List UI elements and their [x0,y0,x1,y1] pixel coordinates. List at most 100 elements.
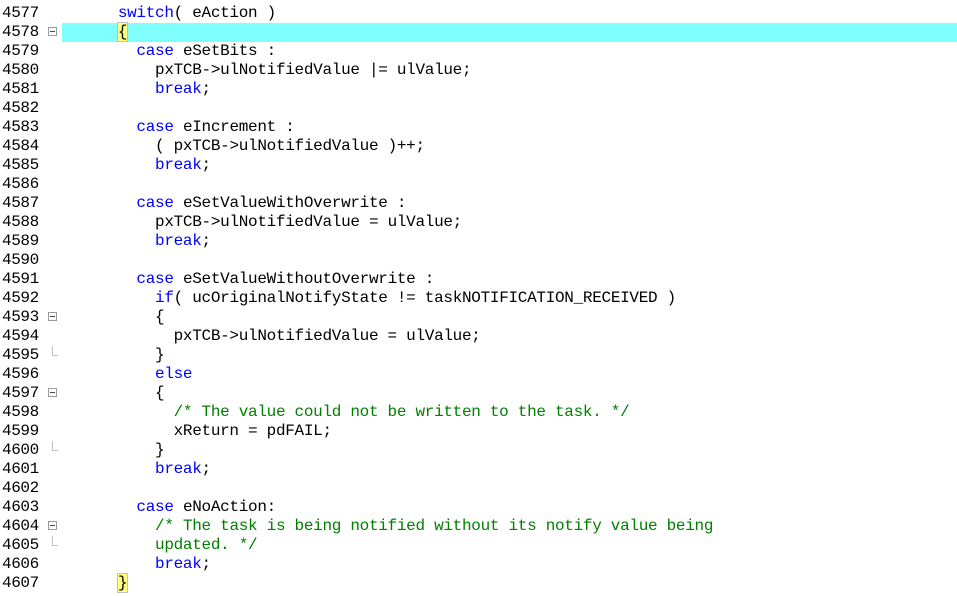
code-token: pxTCB->ulNotifiedValue = ulValue; [173,327,481,345]
line-number: 4602 [2,479,39,497]
keyword-token: case [136,194,174,212]
code-line[interactable]: 4591 case eSetValueWithoutOverwrite : [0,270,957,289]
line-number: 4584 [2,137,39,155]
line-number: 4586 [2,175,39,193]
code-line[interactable]: 4599 xReturn = pdFAIL; [0,422,957,441]
code-token: ; [201,232,212,250]
line-number: 4596 [2,365,39,383]
code-line[interactable]: 4595 } [0,346,957,365]
code-line[interactable]: 4583 case eIncrement : [0,118,957,137]
code-text: case eSetValueWithoutOverwrite : [62,270,434,289]
code-token: } [155,346,165,364]
code-line[interactable]: 4602 [0,479,957,498]
fold-collapse-icon[interactable] [48,27,57,36]
code-text: { [62,308,165,327]
code-line[interactable]: 4604 /* The task is being notified witho… [0,517,957,536]
code-line[interactable]: 4594 pxTCB->ulNotifiedValue = ulValue; [0,327,957,346]
keyword-token: case [136,42,174,60]
code-line[interactable]: 4589 break; [0,232,957,251]
fold-collapse-icon[interactable] [48,388,57,397]
keyword-token: if [155,289,174,307]
line-number: 4592 [2,289,39,307]
code-line[interactable]: 4597 { [0,384,957,403]
code-token: eIncrement : [173,118,295,136]
code-line[interactable]: 4587 case eSetValueWithOverwrite : [0,194,957,213]
code-text: pxTCB->ulNotifiedValue |= ulValue; [62,61,472,80]
code-text: updated. */ [62,536,258,555]
matched-brace: } [116,573,129,593]
code-token: eSetBits : [173,42,276,60]
line-number: 4589 [2,232,39,250]
line-number: 4579 [2,42,39,60]
code-text: break; [62,232,211,251]
code-line[interactable]: 4586 [0,175,957,194]
code-line[interactable]: 4592 if( ucOriginalNotifyState != taskNO… [0,289,957,308]
code-token: pxTCB->ulNotifiedValue = ulValue; [155,213,462,231]
line-number: 4583 [2,118,39,136]
code-line[interactable]: 4603 case eNoAction: [0,498,957,517]
code-text: /* The value could not be written to the… [62,403,630,422]
code-line[interactable]: 4607 } [0,573,957,593]
code-text: case eIncrement : [62,118,295,137]
fold-collapse-icon[interactable] [48,521,57,530]
fold-end-marker [52,441,58,451]
code-text: break; [62,460,211,479]
code-token: ( pxTCB->ulNotifiedValue )++; [155,137,425,155]
code-text: case eNoAction: [62,498,276,517]
code-line[interactable]: 4581 break; [0,80,957,99]
line-number: 4603 [2,498,39,516]
comment-token: updated. */ [155,536,258,554]
code-text: ( pxTCB->ulNotifiedValue )++; [62,137,425,156]
fold-collapse-icon[interactable] [48,312,57,321]
code-line[interactable]: 4577 switch( eAction ) [0,4,957,23]
code-line[interactable]: 4578 { [0,22,957,42]
line-number: 4581 [2,80,39,98]
keyword-token: break [155,156,202,174]
fold-end-marker [52,346,58,356]
code-text: pxTCB->ulNotifiedValue = ulValue; [62,327,481,346]
code-line[interactable]: 4585 break; [0,156,957,175]
keyword-token: case [136,498,174,516]
line-number: 4597 [2,384,39,402]
code-line[interactable]: 4579 case eSetBits : [0,42,957,61]
keyword-token: break [155,555,202,573]
code-line[interactable]: 4601 break; [0,460,957,479]
code-token: { [155,384,165,402]
code-token: ; [201,80,212,98]
line-number: 4607 [2,574,39,592]
code-token: xReturn = pdFAIL; [173,422,332,440]
code-text: break; [62,555,211,574]
code-text: break; [62,156,211,175]
comment-token: /* The task is being notified without it… [155,517,714,535]
code-line[interactable]: 4606 break; [0,555,957,574]
code-line[interactable]: 4584 ( pxTCB->ulNotifiedValue )++; [0,137,957,156]
code-line[interactable]: 4590 [0,251,957,270]
code-text: case eSetBits : [62,42,276,61]
code-line[interactable]: 4593 { [0,308,957,327]
code-line[interactable]: 4580 pxTCB->ulNotifiedValue |= ulValue; [0,61,957,80]
code-line[interactable]: 4582 [0,99,957,118]
line-number: 4582 [2,99,39,117]
keyword-token: break [155,232,202,250]
code-line[interactable]: 4588 pxTCB->ulNotifiedValue = ulValue; [0,213,957,232]
code-line[interactable]: 4605 updated. */ [0,536,957,555]
code-line[interactable]: 4596 else [0,365,957,384]
code-line[interactable]: 4600 } [0,441,957,460]
code-line[interactable]: 4598 /* The value could not be written t… [0,403,957,422]
code-token: } [155,441,165,459]
code-text: switch( eAction ) [62,4,276,23]
code-text: } [62,346,165,365]
